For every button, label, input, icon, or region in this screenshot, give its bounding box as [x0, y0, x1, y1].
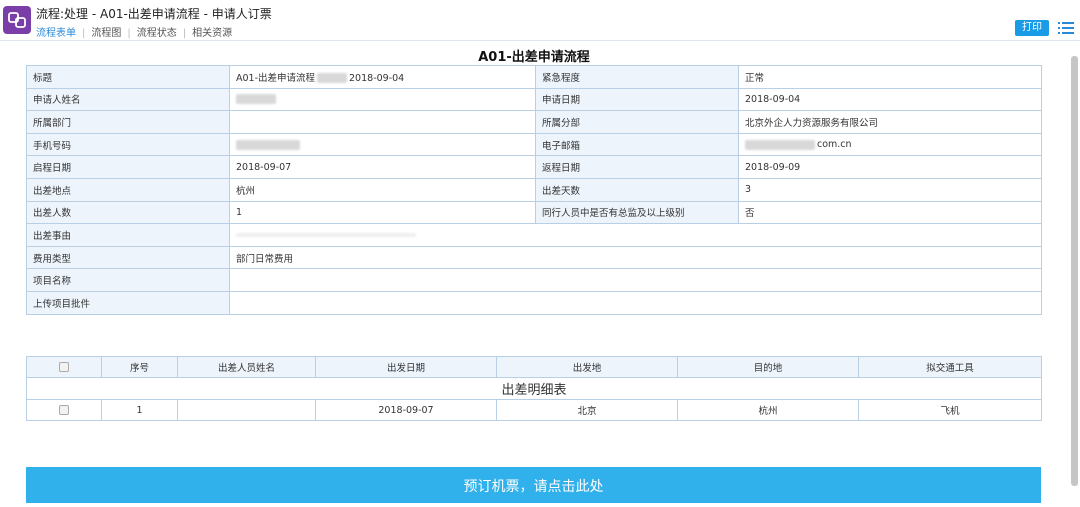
checkbox-icon	[59, 362, 69, 372]
value-return-date: 2018-09-09	[738, 155, 1042, 179]
row-checkbox[interactable]	[26, 399, 102, 421]
form-row-people: 出差人数 1 同行人员中是否有总监及以上级别 否	[26, 200, 1042, 225]
value-department	[229, 110, 536, 134]
label-title: 标题	[26, 65, 230, 89]
print-button[interactable]: 打印	[1015, 20, 1049, 36]
header-to: 目的地	[677, 356, 859, 378]
tab-form[interactable]: 流程表单	[36, 28, 76, 39]
value-director-flag: 否	[738, 200, 1042, 225]
detail-header-row: 序号 出差人员姓名 出发日期 出发地 目的地 拟交通工具	[26, 356, 1042, 378]
detail-caption-row: 出差明细表	[26, 377, 1042, 400]
value-phone	[229, 132, 536, 157]
form-row-upload: 上传项目批件	[26, 290, 1042, 315]
form-row-project-name: 项目名称	[26, 268, 1042, 292]
detail-title: 出差明细表	[26, 377, 1042, 400]
label-director-flag: 同行人员中是否有总监及以上级别	[535, 200, 739, 225]
cell-from: 北京	[496, 399, 678, 421]
value-branch: 北京外企人力资源服务有限公司	[738, 110, 1042, 134]
value-location: 杭州	[229, 177, 536, 202]
value-project-name	[229, 268, 1042, 292]
cell-to: 杭州	[677, 399, 859, 421]
checkbox-icon	[59, 405, 69, 415]
tab-separator: |	[127, 28, 131, 39]
label-start-date: 启程日期	[26, 155, 230, 179]
label-urgency: 紧急程度	[535, 65, 739, 89]
value-urgency: 正常	[738, 65, 1042, 89]
header-depart-date: 出发日期	[315, 356, 497, 378]
label-upload-approval: 上传项目批件	[26, 290, 230, 315]
value-upload-approval[interactable]	[229, 290, 1042, 315]
label-expense-type: 费用类型	[26, 245, 230, 270]
form-row-location: 出差地点 杭州 出差天数 3	[26, 177, 1042, 202]
form-row-start-date: 启程日期 2018-09-07 返程日期 2018-09-09	[26, 155, 1042, 179]
cell-traveler-name	[177, 399, 316, 421]
redacted-text	[317, 73, 348, 84]
form-row-expense-type: 费用类型 部门日常费用	[26, 245, 1042, 270]
header-traveler-name: 出差人员姓名	[177, 356, 316, 378]
label-return-date: 返程日期	[535, 155, 739, 179]
cell-transport: 飞机	[858, 399, 1042, 421]
tab-separator: |	[182, 28, 187, 39]
value-start-date: 2018-09-07	[229, 155, 536, 179]
value-email-text: com.cn	[817, 139, 852, 151]
tab-bar: 流程表单 | 流程图 | 流程状态 | 相关资源	[36, 24, 232, 39]
label-email: 电子邮箱	[535, 132, 739, 157]
application-form-table: 标题 A01-出差申请流程 2018-09-04 紧急程度 正常 申请人姓名 申请…	[26, 65, 1042, 315]
label-project-name: 项目名称	[26, 268, 230, 292]
value-title-date: 2018-09-04	[349, 72, 405, 84]
label-location: 出差地点	[26, 177, 230, 202]
tab-flowchart[interactable]: 流程图	[91, 28, 121, 39]
cell-depart-date: 2018-09-07	[315, 399, 497, 421]
vertical-scrollbar[interactable]	[1071, 56, 1078, 486]
trip-detail-table: 出差明细表 序号 出差人员姓名 出发日期 出发地 目的地 拟交通工具 1 201…	[26, 356, 1042, 421]
form-row-applicant: 申请人姓名 申请日期 2018-09-04	[26, 87, 1042, 112]
label-people-count: 出差人数	[26, 200, 230, 225]
form-row-reason: 出差事由	[26, 223, 1042, 247]
label-applicant-name: 申请人姓名	[26, 87, 230, 112]
select-all-checkbox[interactable]	[26, 356, 102, 378]
header-seq: 序号	[101, 356, 178, 378]
label-days: 出差天数	[535, 177, 739, 202]
label-branch: 所属分部	[535, 110, 739, 134]
value-email: com.cn	[738, 132, 1042, 157]
workflow-logo-icon	[3, 6, 31, 34]
redacted-text	[236, 139, 300, 150]
header-from: 出发地	[496, 356, 678, 378]
list-menu-icon[interactable]	[1058, 21, 1074, 35]
form-row-phone: 手机号码 电子邮箱 com.cn	[26, 132, 1042, 157]
value-title: A01-出差申请流程 2018-09-04	[229, 65, 536, 89]
form-title: A01-出差申请流程	[478, 50, 590, 65]
redacted-text	[745, 139, 815, 150]
redacted-text	[236, 94, 276, 105]
page-title: 流程:处理 - A01-出差申请流程 - 申请人订票	[36, 7, 272, 21]
form-row-title: 标题 A01-出差申请流程 2018-09-04 紧急程度 正常	[26, 65, 1042, 89]
redacted-text	[236, 232, 416, 237]
form-row-department: 所属部门 所属分部 北京外企人力资源服务有限公司	[26, 110, 1042, 134]
value-title-text: A01-出差申请流程	[236, 72, 316, 84]
value-reason	[229, 223, 1042, 247]
value-expense-type: 部门日常费用	[229, 245, 1042, 270]
label-apply-date: 申请日期	[535, 87, 739, 112]
value-apply-date: 2018-09-04	[738, 87, 1042, 112]
tab-resources[interactable]: 相关资源	[192, 28, 232, 39]
header-transport: 拟交通工具	[858, 356, 1042, 378]
cell-seq: 1	[101, 399, 178, 421]
label-reason: 出差事由	[26, 223, 230, 247]
tab-status[interactable]: 流程状态	[137, 28, 177, 39]
label-phone: 手机号码	[26, 132, 230, 157]
value-days: 3	[738, 177, 1042, 202]
value-people-count: 1	[229, 200, 536, 225]
tab-separator: |	[82, 28, 86, 39]
book-ticket-button[interactable]: 预订机票，请点击此处	[26, 467, 1041, 503]
table-row: 1 2018-09-07 北京 杭州 飞机	[26, 399, 1042, 421]
value-applicant-name	[229, 87, 536, 112]
label-department: 所属部门	[26, 110, 230, 134]
top-bar: 流程:处理 - A01-出差申请流程 - 申请人订票 流程表单 | 流程图 | 流程状态…	[0, 0, 1080, 41]
